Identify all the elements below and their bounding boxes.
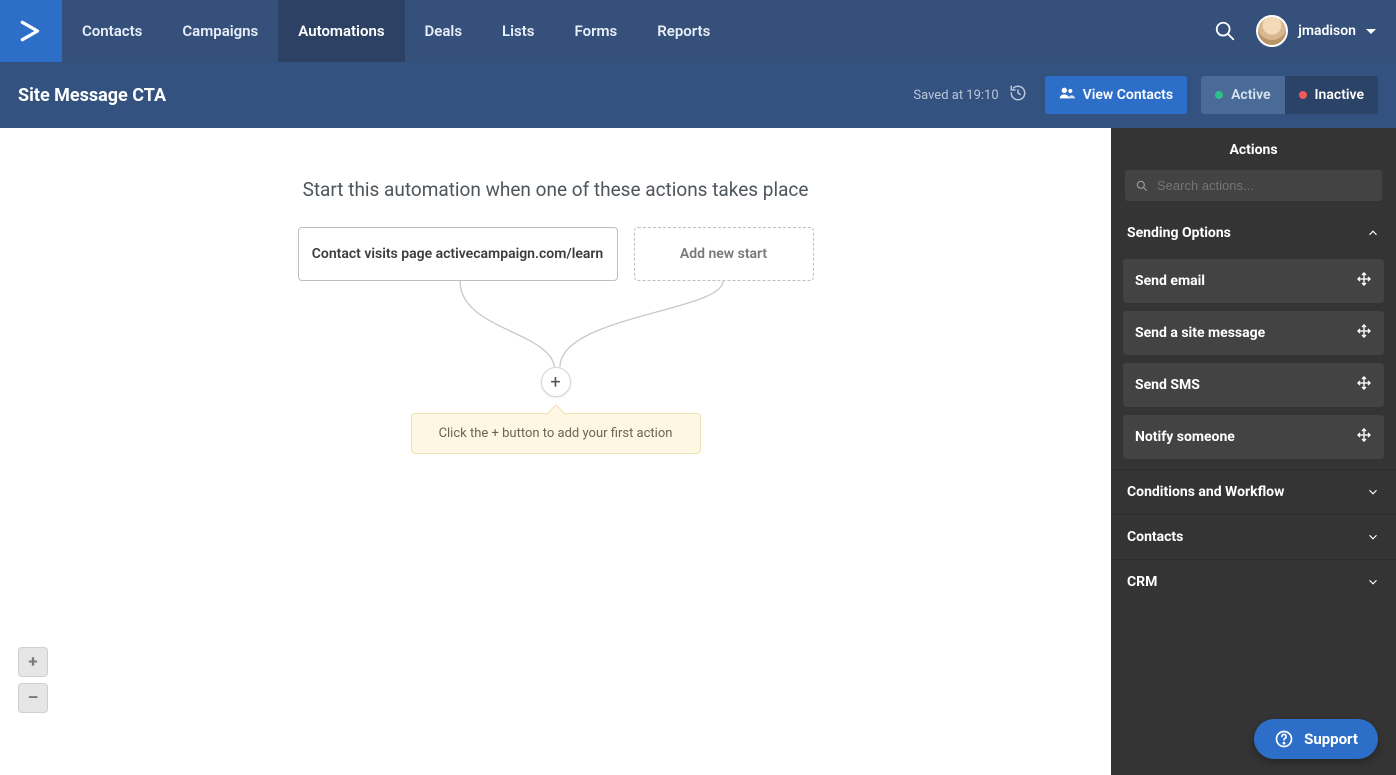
automation-canvas[interactable]: Start this automation when one of these … [0,128,1111,775]
sidebar-title: Actions [1111,128,1396,170]
nav-deals[interactable]: Deals [405,0,483,62]
move-icon [1356,427,1372,447]
question-circle-icon [1274,729,1294,749]
saved-text: Saved at 19:10 [913,88,998,103]
section-label: Contacts [1127,529,1183,545]
status-active-label: Active [1231,87,1270,103]
avatar [1256,15,1288,47]
global-search-button[interactable] [1200,0,1250,62]
action-search[interactable] [1125,170,1382,201]
sending-options-list: Send email Send a site message Send SMS … [1111,255,1396,469]
support-button[interactable]: Support [1254,719,1378,759]
status-dot-inactive-icon [1299,91,1307,99]
nav-campaigns[interactable]: Campaigns [162,0,278,62]
status-dot-active-icon [1215,91,1223,99]
support-label: Support [1304,730,1358,748]
section-label: Conditions and Workflow [1127,484,1284,500]
move-icon [1356,323,1372,343]
user-name: jmadison [1298,23,1356,39]
user-menu[interactable]: jmadison [1250,15,1396,47]
action-label: Send SMS [1135,377,1200,393]
nav-reports[interactable]: Reports [637,0,730,62]
zoom-in-button[interactable]: + [18,647,48,677]
status-inactive-label: Inactive [1315,87,1364,103]
action-send-site-message[interactable]: Send a site message [1123,311,1384,355]
chevron-down-icon [1366,29,1376,34]
nav-lists[interactable]: Lists [482,0,554,62]
move-icon [1356,375,1372,395]
hint-tooltip: Click the + button to add your first act… [411,413,701,454]
chevron-down-icon [1366,530,1380,544]
add-start-box[interactable]: Add new start [634,227,814,281]
section-label: CRM [1127,574,1157,590]
brand-logo[interactable] [0,0,62,62]
section-sending-options[interactable]: Sending Options [1111,211,1396,255]
section-label: Sending Options [1127,225,1231,241]
move-icon [1356,271,1372,291]
zoom-out-button[interactable]: – [18,683,48,713]
action-label: Send email [1135,273,1205,289]
action-notify-someone[interactable]: Notify someone [1123,415,1384,459]
section-contacts[interactable]: Contacts [1111,514,1396,559]
subheader: Site Message CTA Saved at 19:10 View Con… [0,62,1396,128]
status-toggle: Active Inactive [1201,76,1378,114]
saved-status: Saved at 19:10 [913,84,1026,106]
action-search-input[interactable] [1157,178,1372,193]
nav-contacts[interactable]: Contacts [62,0,162,62]
chevron-down-icon [1366,485,1380,499]
people-icon [1059,85,1075,105]
top-nav: Contacts Campaigns Automations Deals Lis… [0,0,1396,62]
main: Start this automation when one of these … [0,128,1396,775]
search-icon [1135,179,1149,193]
action-send-sms[interactable]: Send SMS [1123,363,1384,407]
nav-automations[interactable]: Automations [278,0,404,62]
start-trigger-box[interactable]: Contact visits page activecampaign.com/l… [298,227,618,281]
page-title: Site Message CTA [18,85,166,106]
connector-lines: + [0,281,1111,391]
status-inactive-button[interactable]: Inactive [1285,76,1378,114]
zoom-controls: + – [18,647,48,713]
view-contacts-label: View Contacts [1083,87,1173,103]
action-label: Send a site message [1135,325,1265,341]
chevron-down-icon [1366,575,1380,589]
search-icon [1214,20,1236,42]
nav-items: Contacts Campaigns Automations Deals Lis… [62,0,730,62]
history-icon[interactable] [1009,84,1027,106]
start-row: Contact visits page activecampaign.com/l… [0,227,1111,281]
add-action-button[interactable]: + [541,367,571,397]
arrow-logo-icon [18,18,44,44]
action-send-email[interactable]: Send email [1123,259,1384,303]
status-active-button[interactable]: Active [1201,76,1284,114]
section-conditions-workflow[interactable]: Conditions and Workflow [1111,469,1396,514]
action-label: Notify someone [1135,429,1235,445]
section-crm[interactable]: CRM [1111,559,1396,604]
flow-prompt: Start this automation when one of these … [0,178,1111,201]
actions-sidebar: Actions Sending Options Send email Send … [1111,128,1396,775]
nav-forms[interactable]: Forms [555,0,638,62]
view-contacts-button[interactable]: View Contacts [1045,76,1187,114]
chevron-up-icon [1366,226,1380,240]
